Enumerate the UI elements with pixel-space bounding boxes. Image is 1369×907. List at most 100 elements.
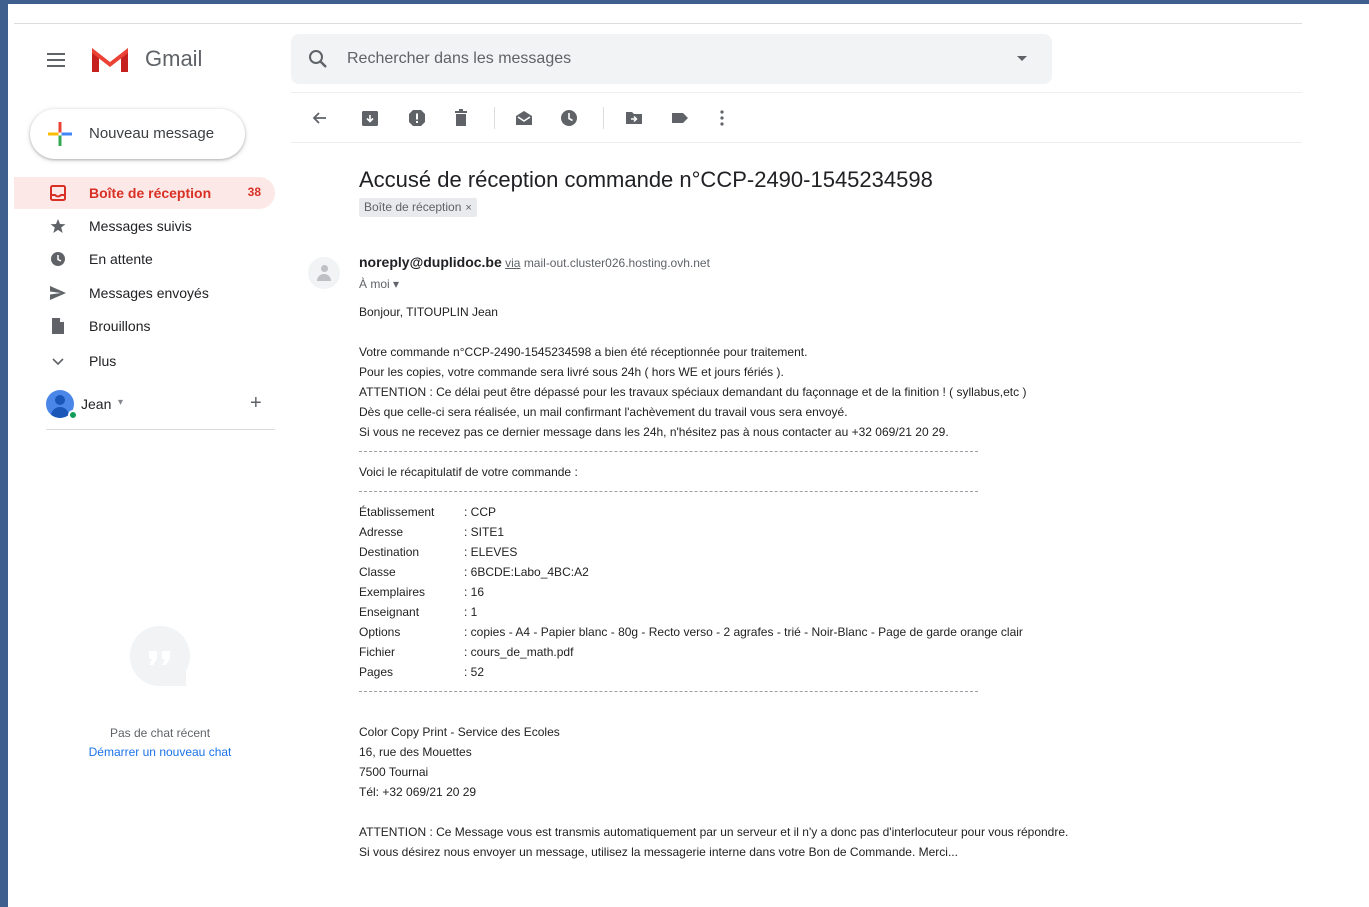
draft-icon	[50, 318, 66, 334]
clock-icon	[50, 251, 66, 267]
sidebar-item-inbox[interactable]: Boîte de réception 38	[14, 177, 275, 209]
archive-icon[interactable]	[360, 108, 380, 128]
recap-value: : copies - A4 - Papier blanc - 80g - Rec…	[464, 625, 1023, 639]
dashed-separator	[359, 482, 1299, 502]
body-line: Dès que celle-ci sera réalisée, un mail …	[359, 405, 848, 419]
recap-row: Établissement: CCP	[359, 502, 1299, 522]
account-name[interactable]: Jean	[81, 396, 111, 412]
recap-key: Destination	[359, 545, 420, 559]
signature-line: Tél: +32 069/21 20 29	[359, 785, 477, 799]
labels-icon[interactable]	[670, 108, 690, 128]
header-divider	[291, 92, 1302, 93]
hangouts-account[interactable]: Jean ▾ +	[46, 390, 275, 420]
sidebar-item-label: Brouillons	[89, 318, 151, 334]
window-frame-top	[0, 0, 1369, 4]
inbox-icon	[50, 185, 66, 201]
message-subject: Accusé de réception commande n°CCP-2490-…	[359, 167, 933, 192]
sidebar-item-label: Messages envoyés	[89, 285, 209, 301]
delete-icon[interactable]	[451, 108, 471, 128]
footer-line: Si vous désirez nous envoyer un message,…	[359, 845, 958, 859]
snooze-icon[interactable]	[559, 108, 579, 128]
move-to-icon[interactable]	[624, 108, 644, 128]
chat-bubble-icon	[128, 624, 192, 688]
app-name[interactable]: Gmail	[145, 45, 202, 73]
inbox-label-chip[interactable]: Boîte de réception ×	[359, 198, 477, 217]
sidebar-item-snoozed[interactable]: En attente	[14, 243, 275, 275]
recap-key: Enseignant	[359, 605, 420, 619]
online-status-icon	[68, 410, 78, 420]
chevron-down-icon	[50, 353, 66, 369]
body-line: Si vous ne recevez pas ce dernier messag…	[359, 425, 949, 439]
sidebar-item-label: En attente	[89, 251, 153, 267]
sender-line: noreply@duplidoc.be via mail-out.cluster…	[359, 254, 710, 271]
recap-row: Pages : 52	[359, 662, 1299, 682]
recap-value: : ELEVES	[464, 545, 518, 559]
body-line: Votre commande n°CCP-2490-1545234598 a b…	[359, 345, 808, 359]
recap-key: Options	[359, 625, 401, 639]
back-icon[interactable]	[310, 108, 330, 128]
message-body: Bonjour, TITOUPLIN Jean Votre commande n…	[359, 302, 1299, 862]
search-bar[interactable]: Rechercher dans les messages	[291, 34, 1052, 84]
recap-value: : 6BCDE:Labo_4BC:A2	[464, 565, 589, 579]
recap-value: : CCP	[464, 505, 497, 519]
recap-row: Destination : ELEVES	[359, 542, 1299, 562]
recap-value: : 1	[464, 605, 478, 619]
compose-button[interactable]: Nouveau message	[30, 109, 245, 159]
menu-icon	[47, 53, 65, 55]
new-conversation-button[interactable]: +	[250, 392, 262, 414]
recap-title: Voici le récapitulatif de votre commande…	[359, 465, 578, 479]
recap-row: Fichier: cours_de_math.pdf	[359, 642, 1299, 662]
recap-row: Options : copies - A4 - Papier blanc - 80…	[359, 622, 1299, 642]
recap-value: : 52	[464, 665, 485, 679]
recap-key: Exemplaires	[359, 585, 426, 599]
compose-label: Nouveau message	[89, 125, 215, 142]
sidebar-item-sent[interactable]: Messages envoyés	[14, 277, 275, 309]
signature-line: Color Copy Print - Service des Ecoles	[359, 725, 560, 739]
greeting: Bonjour, TITOUPLIN Jean	[359, 305, 498, 319]
top-divider	[14, 23, 1302, 24]
account-dropdown-icon[interactable]: ▾	[118, 397, 123, 408]
recap-key: Pages	[359, 665, 394, 679]
label-chip-text: Boîte de réception	[364, 200, 462, 214]
unread-count-badge: 38	[247, 185, 261, 199]
search-input[interactable]: Rechercher dans les messages	[347, 48, 571, 70]
sidebar-item-label: Plus	[89, 353, 117, 369]
sender-email[interactable]: noreply@duplidoc.be	[359, 254, 502, 270]
main-menu-button[interactable]	[44, 48, 68, 72]
signature-line: 7500 Tournai	[359, 765, 429, 779]
sidebar-divider	[46, 429, 275, 430]
footer-line: ATTENTION : Ce Message vous est transmis…	[359, 825, 1069, 839]
start-new-chat-link[interactable]: Démarrer un nouveau chat	[40, 745, 280, 759]
sidebar-item-drafts[interactable]: Brouillons	[14, 310, 275, 342]
window-frame-left	[0, 0, 8, 907]
send-icon	[50, 285, 66, 301]
mark-unread-icon[interactable]	[514, 108, 534, 128]
toolbar-separator	[494, 107, 495, 129]
sidebar-item-more[interactable]: Plus	[14, 345, 275, 377]
no-recent-chat-text: Pas de chat récent	[109, 726, 211, 740]
toolbar-separator	[603, 107, 604, 129]
recap-key: Classe	[359, 565, 396, 579]
body-line: Pour les copies, votre commande sera liv…	[359, 365, 784, 379]
signature-line: 16, rue des Mouettes	[359, 745, 472, 759]
sender-via-link[interactable]: via	[505, 256, 520, 270]
toolbar-divider	[291, 142, 1302, 143]
sidebar-item-starred[interactable]: Messages suivis	[14, 210, 275, 242]
remove-label-icon[interactable]: ×	[465, 202, 471, 214]
recap-row: Adresse : SITE1	[359, 522, 1299, 542]
report-spam-icon[interactable]	[407, 108, 427, 128]
compose-plus-icon	[48, 122, 72, 146]
recap-row: Classe : 6BCDE:Labo_4BC:A2	[359, 562, 1299, 582]
dashed-separator	[359, 682, 1299, 702]
recap-row: Enseignant : 1	[359, 602, 1299, 622]
more-icon[interactable]	[712, 108, 732, 128]
sender-avatar[interactable]	[308, 257, 340, 289]
recap-key: Adresse	[359, 525, 404, 539]
recipient-dropdown[interactable]: À moi ▾	[359, 277, 399, 291]
gmail-logo-icon[interactable]	[90, 44, 130, 74]
recap-key: Fichier	[359, 645, 396, 659]
recap-value: : SITE1	[464, 525, 505, 539]
recap-row: Exemplaires: 16	[359, 582, 1299, 602]
search-icon[interactable]	[307, 48, 329, 70]
search-options-icon[interactable]	[1017, 56, 1027, 61]
